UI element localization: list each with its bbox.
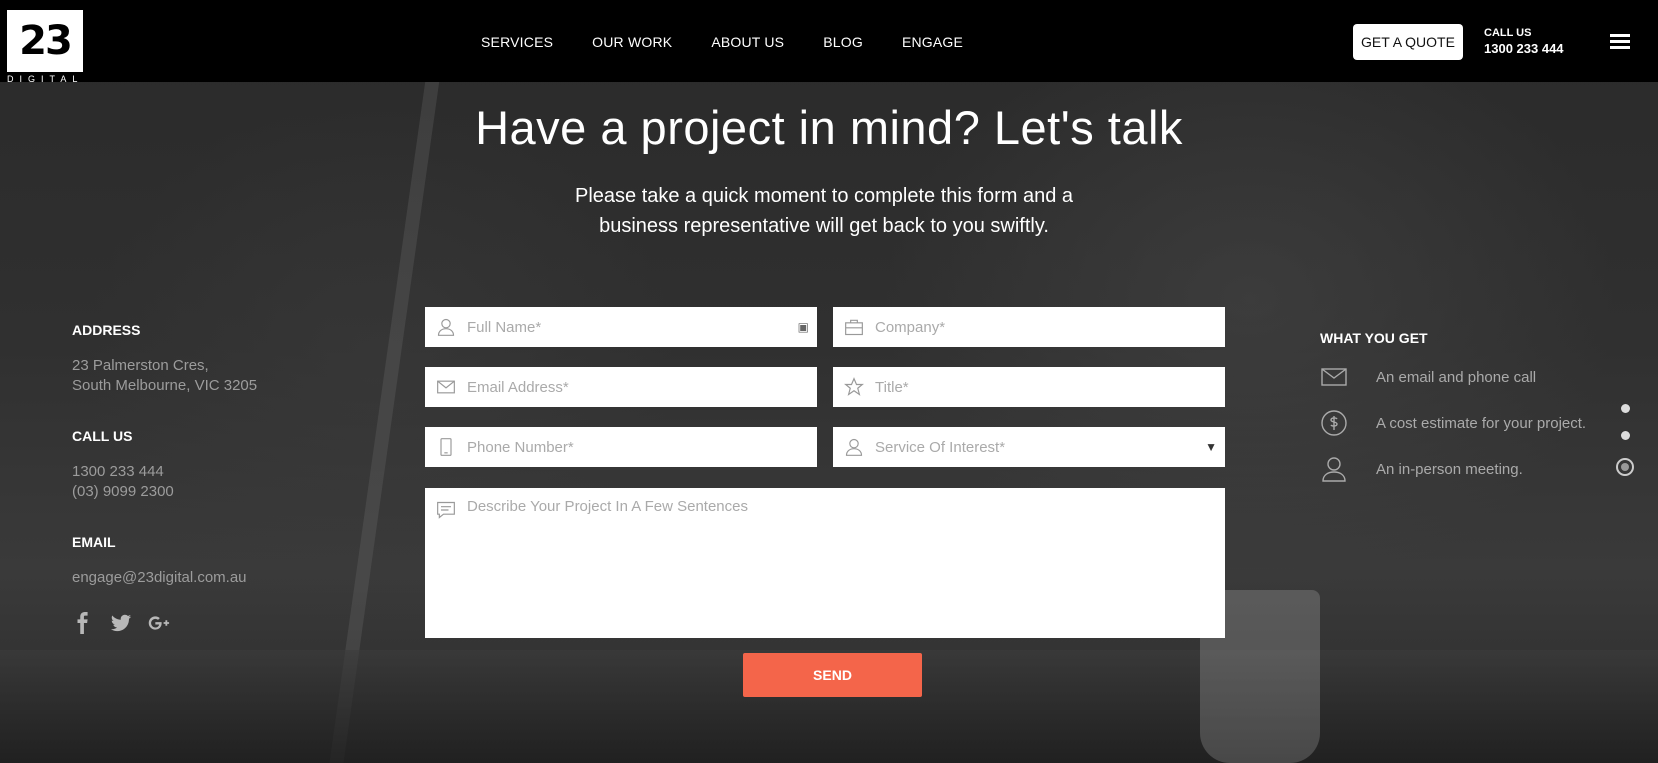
nav-engage[interactable]: ENGAGE [902, 34, 963, 50]
company-input[interactable] [875, 318, 1225, 336]
hamburger-menu-icon[interactable] [1610, 34, 1630, 49]
email-field[interactable] [425, 367, 817, 407]
address-line-1: 23 Palmerston Cres, [72, 357, 209, 374]
service-input[interactable] [875, 438, 1206, 456]
benefit-label: A cost estimate for your project. [1376, 414, 1587, 432]
phone-1[interactable]: 1300 233 444 [72, 462, 332, 482]
project-description-input[interactable] [467, 498, 1215, 628]
mobile-phone-icon [435, 436, 457, 458]
logo-mark: 23 [7, 10, 83, 72]
call-us-number: 1300 233 444 [1484, 41, 1564, 56]
what-you-get: WHAT YOU GET An email and phone call A c… [1320, 330, 1620, 500]
email-heading: EMAIL [72, 534, 116, 550]
get-a-quote-button[interactable]: GET A QUOTE [1353, 24, 1463, 60]
title-input[interactable] [875, 378, 1225, 396]
address-heading: ADDRESS [72, 322, 141, 338]
google-plus-icon[interactable] [148, 612, 170, 634]
pager-dot-active[interactable] [1616, 458, 1634, 476]
service-select[interactable]: ▼ [833, 427, 1225, 467]
email-input[interactable] [467, 378, 817, 396]
envelope-icon [1320, 363, 1348, 391]
list-item: An email and phone call [1320, 362, 1620, 392]
company-field[interactable] [833, 307, 1225, 347]
page-title: Have a project in mind? Let's talk [475, 101, 1183, 154]
title-field[interactable] [833, 367, 1225, 407]
dollar-icon [1320, 409, 1348, 437]
email-link[interactable]: engage@23digital.com.au [72, 568, 332, 588]
contact-info: ADDRESS 23 Palmerston Cres, South Melbou… [72, 322, 332, 634]
pager-dot[interactable] [1620, 404, 1630, 413]
nav-our-work[interactable]: OUR WORK [592, 34, 672, 50]
phone-2[interactable]: (03) 9099 2300 [72, 482, 332, 502]
site-header: 23 DIGITAL SERVICES OUR WORK ABOUT US BL… [0, 0, 1658, 84]
benefit-label: An email and phone call [1376, 368, 1537, 386]
full-name-input[interactable] [467, 318, 798, 336]
send-button[interactable]: SEND [743, 653, 922, 697]
list-item: An in-person meeting. [1320, 454, 1620, 484]
section-pager [1616, 404, 1634, 494]
list-item: A cost estimate for your project. [1320, 408, 1620, 438]
call-block: CALL US 1300 233 444 (03) 9099 2300 [72, 428, 332, 502]
chevron-down-icon[interactable]: ▼ [1205, 440, 1217, 454]
person-icon [1320, 455, 1348, 483]
person-icon [435, 316, 457, 338]
speech-bubble-icon [437, 501, 455, 519]
contact-card-icon: ▣ [797, 320, 809, 334]
logo-subtext: DIGITAL [7, 74, 84, 84]
pager-dot[interactable] [1620, 431, 1630, 440]
call-heading: CALL US [72, 428, 133, 444]
benefit-label: An in-person meeting. [1376, 460, 1523, 478]
facebook-icon[interactable] [72, 612, 94, 634]
what-you-get-heading: WHAT YOU GET [1320, 330, 1428, 346]
phone-input[interactable] [467, 438, 817, 456]
nav-about-us[interactable]: ABOUT US [711, 34, 784, 50]
star-icon [843, 376, 865, 398]
full-name-field[interactable]: ▣ [425, 307, 817, 347]
social-links [72, 612, 332, 634]
phone-field[interactable] [425, 427, 817, 467]
header-call-us[interactable]: CALL US 1300 233 444 [1484, 26, 1564, 56]
email-block: EMAIL engage@23digital.com.au [72, 534, 332, 588]
page-subtitle: Please take a quick moment to complete t… [574, 185, 1074, 237]
person-icon [843, 436, 865, 458]
envelope-icon [435, 376, 457, 398]
call-us-label: CALL US [1484, 27, 1532, 39]
address-block: ADDRESS 23 Palmerston Cres, South Melbou… [72, 322, 332, 396]
project-description-field[interactable] [425, 488, 1225, 638]
briefcase-icon [843, 316, 865, 338]
address-line-2: South Melbourne, VIC 3205 [72, 377, 258, 394]
logo[interactable]: 23 DIGITAL [7, 10, 83, 84]
nav-services[interactable]: SERVICES [481, 34, 553, 50]
twitter-icon[interactable] [110, 612, 132, 634]
nav-blog[interactable]: BLOG [823, 34, 863, 50]
main-nav: SERVICES OUR WORK ABOUT US BLOG ENGAGE [481, 34, 1002, 50]
